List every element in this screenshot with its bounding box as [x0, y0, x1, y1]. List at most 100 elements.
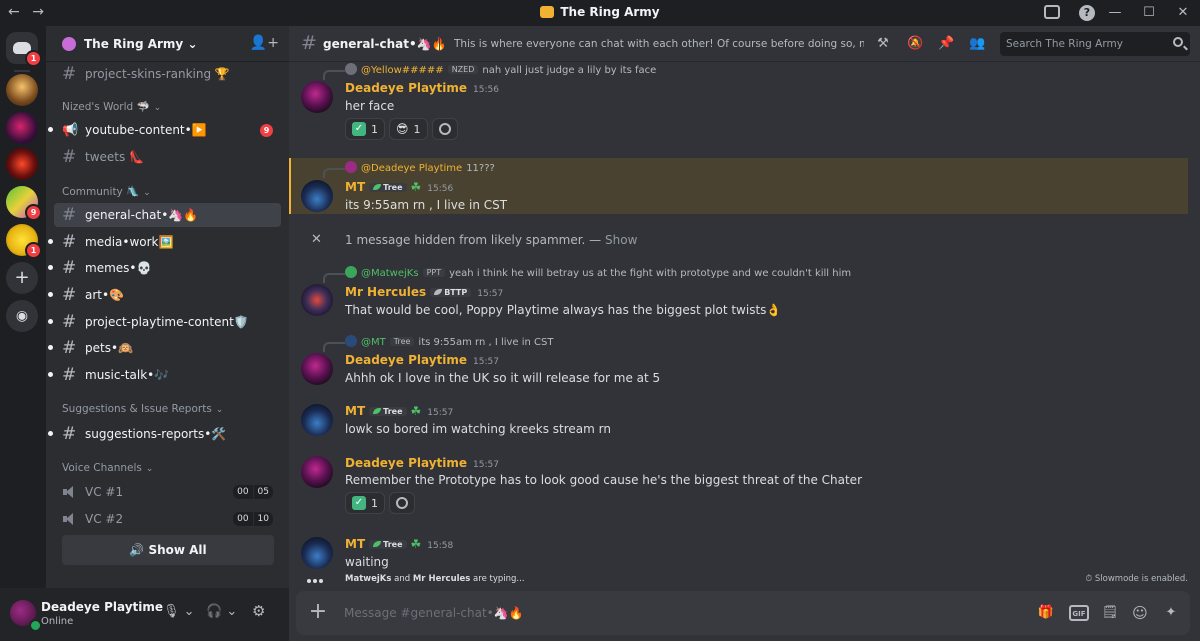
back-arrow-icon[interactable]: ←	[8, 4, 20, 20]
gift-icon[interactable]: 🎁	[1037, 604, 1055, 622]
minimize-button[interactable]: —	[1098, 0, 1132, 26]
inbox-icon[interactable]	[1044, 5, 1060, 19]
avatar[interactable]	[301, 456, 333, 488]
channel-memes[interactable]: # memes•💀	[48, 256, 281, 280]
channel-art[interactable]: # art•🎨	[48, 283, 281, 307]
hash-icon: #	[62, 365, 77, 385]
username[interactable]: Deadeye Playtime	[41, 600, 163, 614]
unread-indicator	[48, 372, 53, 377]
apps-icon[interactable]: ✦	[1162, 604, 1180, 622]
help-icon[interactable]: ?	[1079, 5, 1095, 21]
server-icon-ring-army[interactable]	[6, 112, 38, 144]
avatar[interactable]	[301, 404, 333, 436]
reply-preview[interactable]: @MatwejKs PPT yeah i think he will betray …	[323, 266, 851, 283]
server-header[interactable]: The Ring Army ⌄ 👤+	[46, 26, 289, 62]
channel-topic[interactable]: This is where everyone can chat with eac…	[454, 38, 864, 50]
author-name[interactable]: Deadeye Playtime	[345, 456, 467, 470]
add-reaction-button[interactable]	[389, 492, 415, 514]
close-button[interactable]: ✕	[1166, 0, 1200, 26]
voice-user-count: 00 10	[233, 512, 273, 526]
server-icon-1[interactable]	[6, 74, 38, 106]
add-reaction-button[interactable]	[431, 118, 458, 140]
voice-channel-vc2[interactable]: VC #2 00 10	[54, 507, 281, 531]
show-all-button[interactable]: 🔊 Show All	[62, 535, 274, 565]
channel-suggestions-reports[interactable]: # suggestions-reports•🛠️	[48, 422, 281, 446]
author-name[interactable]: MT	[345, 404, 365, 418]
leaf-icon	[373, 541, 382, 547]
avatar[interactable]	[301, 537, 333, 569]
search-box[interactable]	[1000, 32, 1190, 56]
channel-general-chat[interactable]: # general-chat•🦄🔥	[54, 203, 281, 227]
message-header: Deadeye Playtime 15:57	[345, 353, 499, 367]
reply-preview[interactable]: @Deadeye Playtime 11???	[323, 161, 495, 178]
author-name[interactable]: Deadeye Playtime	[345, 353, 467, 367]
channel-music-talk[interactable]: # music-talk•🎶	[48, 363, 281, 387]
reaction-check[interactable]: ✓ 1	[345, 118, 385, 140]
threads-icon[interactable]: ⚒	[875, 36, 891, 52]
speaker-icon	[62, 485, 76, 499]
gif-button[interactable]: GIF	[1069, 605, 1089, 621]
message[interactable]: MT Tree ☘ 15:58 waiting	[289, 535, 1188, 575]
message-highlighted[interactable]: @Deadeye Playtime 11??? MT Tree ☘ 15:56 its …	[289, 158, 1188, 214]
channel-tweets[interactable]: # tweets 👠	[54, 145, 281, 169]
discover-compass-icon[interactable]: ◉	[6, 300, 38, 332]
message[interactable]: Deadeye Playtime 15:57 Remember the Proto…	[289, 454, 1188, 518]
author-name[interactable]: Mr Hercules	[345, 285, 426, 299]
home-badge: 1	[25, 50, 42, 67]
channel-pets[interactable]: # pets•🙉	[48, 336, 281, 360]
category-suggestions[interactable]: Suggestions & Issue Reports ⌄	[62, 403, 223, 415]
reply-preview[interactable]: @MT Tree its 9:55am rn , I live in CST	[323, 335, 554, 352]
gear-icon[interactable]: ⚙	[252, 602, 265, 620]
server-icon-4[interactable]: 9	[6, 186, 42, 221]
add-server-button[interactable]: +	[6, 262, 38, 294]
channel-media-work[interactable]: # media•work🖼️	[48, 230, 281, 254]
announcement-megaphone-icon: 📢	[62, 123, 79, 138]
author-name[interactable]: MT	[345, 180, 365, 194]
author-name[interactable]: MT	[345, 537, 365, 551]
maximize-button[interactable]: ☐	[1132, 0, 1166, 26]
message-header: MT Tree ☘ 15:57	[345, 404, 453, 418]
message[interactable]: @MatwejKs PPT yeah i think he will betray …	[289, 264, 1188, 324]
headphones-icon[interactable]: 🎧 ⌄	[206, 604, 237, 619]
avatar[interactable]	[301, 353, 333, 385]
upload-plus-icon[interactable]: +	[308, 601, 328, 623]
category-voice-channels[interactable]: Voice Channels ⌄	[62, 462, 153, 474]
invite-people-icon[interactable]: 👤+	[250, 35, 279, 51]
hash-icon: #	[62, 312, 77, 332]
forward-arrow-icon[interactable]: →	[32, 4, 44, 20]
search-input[interactable]	[1006, 36, 1166, 52]
reply-spine	[323, 168, 345, 178]
server-icon-5[interactable]: 1	[6, 224, 42, 259]
message[interactable]: @MT Tree its 9:55am rn , I live in CST Dea…	[289, 334, 1188, 390]
server-icon-3[interactable]	[6, 148, 38, 180]
close-icon[interactable]: ✕	[311, 232, 322, 247]
notification-muted-icon[interactable]: 🔕	[907, 36, 923, 52]
message-input[interactable]	[344, 604, 984, 622]
avatar[interactable]	[301, 180, 333, 212]
message[interactable]: @Yellow##### NZED nah yall just judge a li…	[289, 62, 1188, 144]
reaction-sunglasses[interactable]: 😎 1	[389, 118, 428, 140]
avatar[interactable]	[301, 284, 333, 316]
reply-spine	[323, 273, 345, 283]
member-list-icon[interactable]: 👥	[969, 36, 985, 52]
home-button[interactable]: 1	[6, 32, 42, 67]
channel-label: general-chat•🦄🔥	[85, 208, 199, 222]
author-name[interactable]: Deadeye Playtime	[345, 81, 467, 95]
category-nized-world[interactable]: Nized's World 🦈 ⌄	[62, 100, 161, 113]
channel-label: media•work🖼️	[85, 235, 174, 249]
channel-project-playtime-content[interactable]: # project-playtime-content🛡️	[48, 310, 281, 334]
message[interactable]: MT Tree ☘ 15:57 lowk so bored im watching k…	[289, 402, 1188, 442]
reaction-check[interactable]: ✓ 1	[345, 492, 385, 514]
reply-preview[interactable]: @Yellow##### NZED nah yall just judge a li…	[323, 63, 656, 80]
sticker-icon[interactable]: 🗒	[1101, 604, 1119, 622]
channel-youtube-content[interactable]: 📢 youtube-content•▶️ 9	[48, 118, 281, 142]
clover-icon: ☘	[410, 537, 422, 551]
voice-channel-vc1[interactable]: VC #1 00 05	[54, 480, 281, 504]
show-hidden-link[interactable]: Show	[605, 233, 637, 247]
avatar[interactable]	[301, 81, 333, 113]
microphone-icon[interactable]: 🎙 ⌄	[163, 604, 195, 619]
channel-project-skins-ranking[interactable]: # project-skins-ranking 🏆	[54, 62, 281, 86]
category-community[interactable]: Community 🛝 ⌄	[62, 185, 151, 198]
pin-icon[interactable]: 📌	[938, 36, 954, 52]
emoji-icon[interactable]: ☺	[1131, 604, 1149, 622]
